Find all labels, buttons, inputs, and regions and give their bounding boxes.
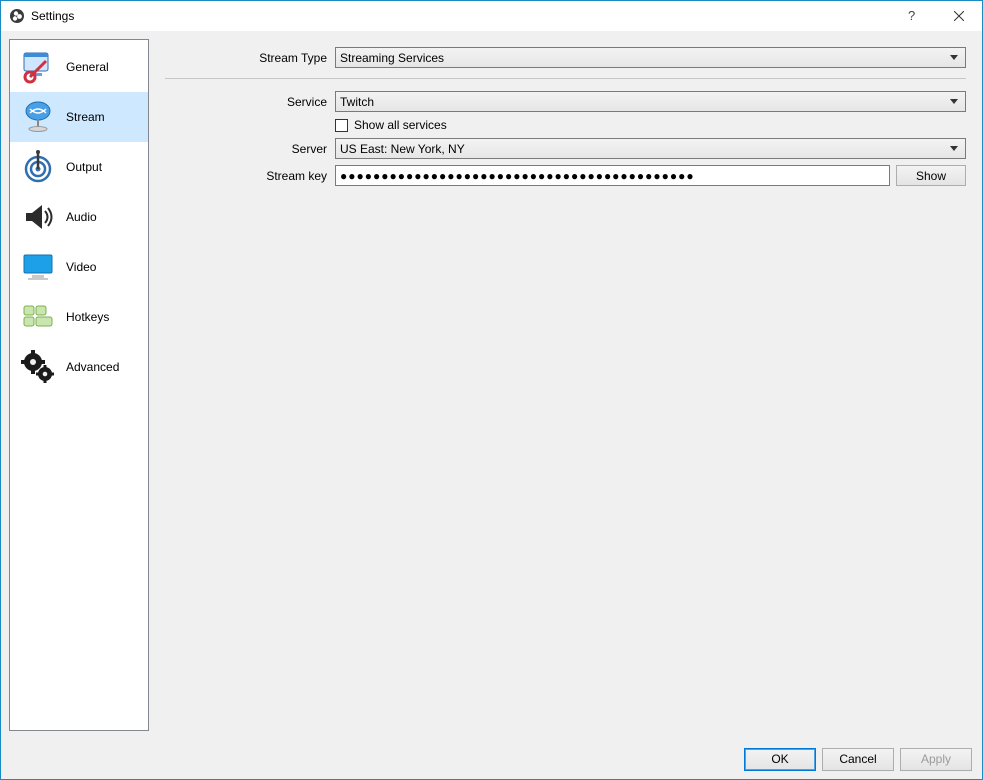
service-value: Twitch xyxy=(340,95,947,109)
video-icon xyxy=(16,245,60,289)
sidebar-item-label: Audio xyxy=(66,210,97,224)
sidebar-item-hotkeys[interactable]: Hotkeys xyxy=(10,292,148,342)
sidebar-item-advanced[interactable]: Advanced xyxy=(10,342,148,392)
sidebar-item-stream[interactable]: Stream xyxy=(10,92,148,142)
content-area: General Stream xyxy=(1,31,982,739)
settings-window: Settings ? xyxy=(0,0,983,780)
apply-button[interactable]: Apply xyxy=(900,748,972,771)
cancel-button[interactable]: Cancel xyxy=(822,748,894,771)
titlebar: Settings ? xyxy=(1,1,982,31)
sidebar-item-audio[interactable]: Audio xyxy=(10,192,148,242)
stream-key-input[interactable] xyxy=(335,165,890,186)
row-show-all: Show all services xyxy=(165,118,966,132)
server-combo[interactable]: US East: New York, NY xyxy=(335,138,966,159)
server-label: Server xyxy=(165,142,335,156)
audio-icon xyxy=(16,195,60,239)
service-label: Service xyxy=(165,95,335,109)
checkbox-icon xyxy=(335,119,348,132)
stream-icon xyxy=(16,95,60,139)
chevron-down-icon xyxy=(947,55,961,60)
footer: OK Cancel Apply xyxy=(1,739,982,779)
sidebar-item-output[interactable]: Output xyxy=(10,142,148,192)
advanced-icon xyxy=(16,345,60,389)
row-service: Service Twitch xyxy=(165,91,966,112)
sidebar-item-label: Video xyxy=(66,260,96,274)
show-all-services-checkbox[interactable]: Show all services xyxy=(335,118,447,132)
main-panel: Stream Type Streaming Services Service xyxy=(157,39,974,731)
svg-text:?: ? xyxy=(908,9,915,23)
sidebar-item-label: Advanced xyxy=(66,360,119,374)
stream-type-value: Streaming Services xyxy=(340,51,947,65)
row-stream-key: Stream key Show xyxy=(165,165,966,186)
sidebar: General Stream xyxy=(9,39,149,731)
stream-type-label: Stream Type xyxy=(165,51,335,65)
stream-type-combo[interactable]: Streaming Services xyxy=(335,47,966,68)
close-button[interactable] xyxy=(936,1,982,31)
ok-button[interactable]: OK xyxy=(744,748,816,771)
help-button[interactable]: ? xyxy=(890,1,936,31)
divider xyxy=(165,78,966,79)
app-icon xyxy=(9,8,25,24)
sidebar-item-label: Output xyxy=(66,160,102,174)
sidebar-item-label: Hotkeys xyxy=(66,310,109,324)
stream-key-label: Stream key xyxy=(165,169,335,183)
show-all-services-label: Show all services xyxy=(354,118,447,132)
chevron-down-icon xyxy=(947,146,961,151)
sidebar-item-video[interactable]: Video xyxy=(10,242,148,292)
sidebar-item-label: General xyxy=(66,60,109,74)
window-title: Settings xyxy=(31,9,890,23)
sidebar-item-general[interactable]: General xyxy=(10,42,148,92)
row-server: Server US East: New York, NY xyxy=(165,138,966,159)
sidebar-item-label: Stream xyxy=(66,110,105,124)
chevron-down-icon xyxy=(947,99,961,104)
general-icon xyxy=(16,45,60,89)
output-icon xyxy=(16,145,60,189)
hotkeys-icon xyxy=(16,295,60,339)
show-key-button[interactable]: Show xyxy=(896,165,966,186)
server-value: US East: New York, NY xyxy=(340,142,947,156)
stream-form: Stream Type Streaming Services Service xyxy=(157,39,974,192)
row-stream-type: Stream Type Streaming Services xyxy=(165,47,966,68)
service-combo[interactable]: Twitch xyxy=(335,91,966,112)
